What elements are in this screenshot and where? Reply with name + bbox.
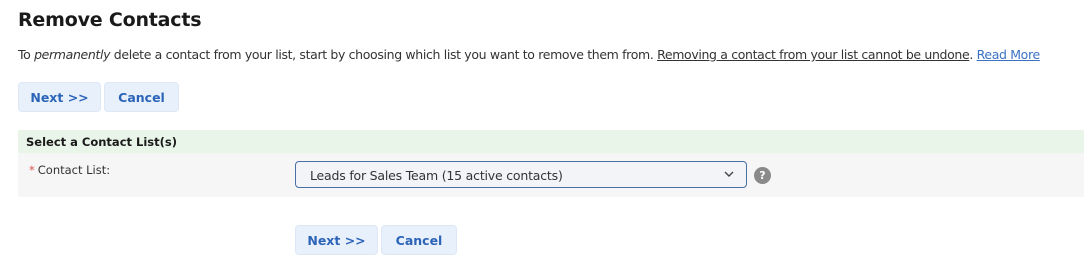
contact-list-selected-value: Leads for Sales Team (15 active contacts… [310, 168, 563, 183]
contact-list-label-text: Contact List: [37, 163, 111, 177]
next-button-top[interactable]: Next >> [18, 82, 101, 112]
cancel-button-top[interactable]: Cancel [104, 82, 179, 112]
intro-prefix: To [18, 47, 35, 62]
next-button-bottom[interactable]: Next >> [295, 225, 378, 255]
section-header: Select a Contact List(s) [18, 130, 1084, 153]
cancel-button-bottom[interactable]: Cancel [381, 225, 457, 255]
help-icon[interactable]: ? [754, 167, 771, 184]
intro-emphasis: permanently [34, 47, 111, 62]
contact-list-row: * Contact List: Leads for Sales Team (15 … [18, 153, 1084, 197]
contact-list-select[interactable]: Leads for Sales Team (15 active contacts… [295, 161, 747, 188]
read-more-link[interactable]: Read More [977, 47, 1041, 62]
section-header-title: Select a Contact List(s) [26, 135, 177, 149]
contact-list-label: * Contact List: [29, 163, 110, 177]
page-title: Remove Contacts [18, 9, 202, 31]
required-marker: * [29, 163, 35, 177]
intro-text: To permanently delete a contact from you… [18, 47, 1040, 62]
intro-period: . [969, 47, 977, 62]
chevron-down-icon [724, 171, 734, 177]
intro-middle: delete a contact from your list, start b… [110, 47, 658, 62]
intro-warning: Removing a contact from your list cannot… [657, 47, 970, 62]
